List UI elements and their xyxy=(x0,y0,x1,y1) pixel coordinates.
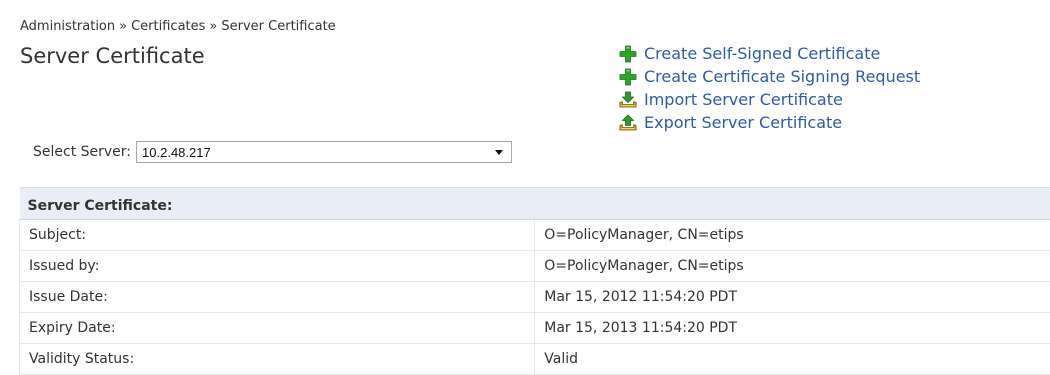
breadcrumb-item-administration[interactable]: Administration xyxy=(20,19,115,34)
export-server-certificate-link[interactable]: Export Server Certificate xyxy=(619,111,920,134)
breadcrumb: Administration»Certificates»Server Certi… xyxy=(20,19,336,34)
chevron-down-icon xyxy=(495,150,503,155)
breadcrumb-separator: » xyxy=(115,19,131,34)
import-icon xyxy=(619,90,638,109)
import-server-certificate-link[interactable]: Import Server Certificate xyxy=(619,88,920,111)
actions-list: Create Self-Signed Certificate Create Ce… xyxy=(619,42,920,134)
row-key-issued-by: Issued by: xyxy=(20,251,535,282)
row-key-issue-date: Issue Date: xyxy=(20,282,535,313)
table-row: Expiry Date: Mar 15, 2013 11:54:20 PDT xyxy=(20,313,1050,344)
action-label: Import Server Certificate xyxy=(644,90,843,109)
create-self-signed-certificate-link[interactable]: Create Self-Signed Certificate xyxy=(619,42,920,65)
row-value-issue-date: Mar 15, 2012 11:54:20 PDT xyxy=(535,282,1050,313)
row-value-expiry-date: Mar 15, 2013 11:54:20 PDT xyxy=(535,313,1050,344)
server-select-value: 10.2.48.217 xyxy=(142,145,211,160)
row-key-validity-status: Validity Status: xyxy=(20,344,535,375)
export-icon xyxy=(619,113,638,132)
row-key-expiry-date: Expiry Date: xyxy=(20,313,535,344)
breadcrumb-item-certificates[interactable]: Certificates xyxy=(131,19,205,34)
server-select-row: Select Server: 10.2.48.217 xyxy=(33,141,512,163)
table-row: Validity Status: Valid xyxy=(20,344,1050,375)
row-value-issued-by: O=PolicyManager, CN=etips xyxy=(535,251,1050,282)
row-value-subject: O=PolicyManager, CN=etips xyxy=(535,220,1050,251)
create-certificate-signing-request-link[interactable]: Create Certificate Signing Request xyxy=(619,65,920,88)
action-label: Create Self-Signed Certificate xyxy=(644,44,880,63)
table-row: Issued by: O=PolicyManager, CN=etips xyxy=(20,251,1050,282)
table-header-row: Server Certificate: xyxy=(20,188,1050,220)
breadcrumb-separator: » xyxy=(205,19,221,34)
plus-icon xyxy=(619,44,638,63)
plus-icon xyxy=(619,67,638,86)
breadcrumb-item-server-certificate: Server Certificate xyxy=(221,19,335,34)
select-server-label: Select Server: xyxy=(33,144,131,160)
row-value-validity-status: Valid xyxy=(535,344,1050,375)
action-label: Create Certificate Signing Request xyxy=(644,67,920,86)
server-select[interactable]: 10.2.48.217 xyxy=(136,141,512,163)
table-row: Subject: O=PolicyManager, CN=etips xyxy=(20,220,1050,251)
server-certificate-table: Server Certificate: Subject: O=PolicyMan… xyxy=(19,187,1050,375)
page-title: Server Certificate xyxy=(20,44,205,68)
table-header: Server Certificate: xyxy=(20,188,1050,220)
row-key-subject: Subject: xyxy=(20,220,535,251)
table-row: Issue Date: Mar 15, 2012 11:54:20 PDT xyxy=(20,282,1050,313)
action-label: Export Server Certificate xyxy=(644,113,842,132)
